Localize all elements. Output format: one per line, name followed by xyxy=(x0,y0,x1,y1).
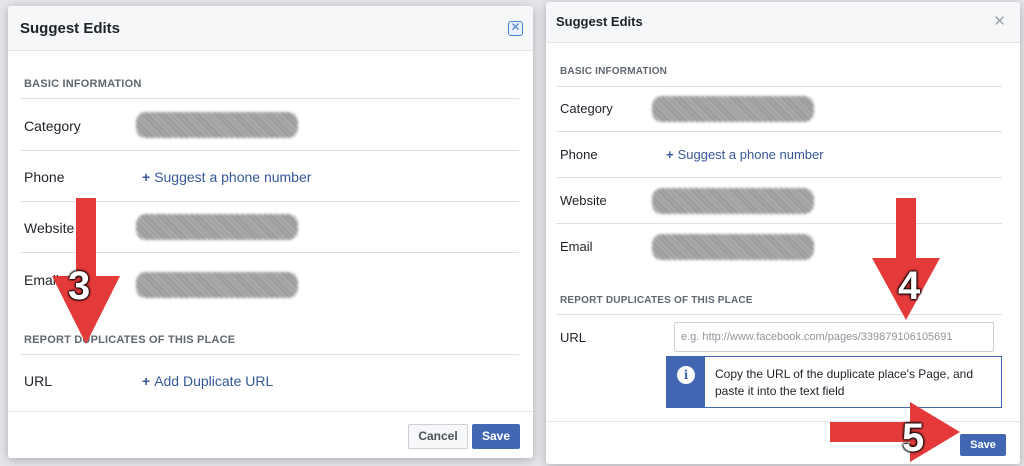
save-button[interactable]: Save xyxy=(472,424,520,449)
category-value-redacted xyxy=(136,112,298,138)
step-number-4: 4 xyxy=(898,264,921,308)
dialog-title: Suggest Edits xyxy=(556,14,643,29)
section-report-duplicates: REPORT DUPLICATES OF THIS PLACE xyxy=(560,295,753,306)
url-label: URL xyxy=(24,373,53,389)
suggest-phone-link[interactable]: + Suggest a phone number xyxy=(142,169,311,185)
add-duplicate-url-link[interactable]: + Add Duplicate URL xyxy=(142,373,273,389)
email-label: Email xyxy=(560,239,593,254)
tooltip-text: Copy the URL of the duplicate place's Pa… xyxy=(715,367,974,398)
suggest-phone-text: Suggest a phone number xyxy=(677,147,824,162)
plus-icon: + xyxy=(666,147,674,162)
website-label: Website xyxy=(560,193,607,208)
category-label: Category xyxy=(24,118,81,134)
add-duplicate-url-text: Add Duplicate URL xyxy=(154,373,274,389)
divider xyxy=(20,150,519,151)
email-value-redacted xyxy=(652,234,814,260)
divider xyxy=(556,86,1002,87)
website-value-redacted xyxy=(136,214,298,240)
divider xyxy=(20,354,519,355)
tooltip-icon-bar: i xyxy=(667,357,705,407)
dialog-header: Suggest Edits ✕ xyxy=(546,2,1020,43)
suggest-phone-link[interactable]: + Suggest a phone number xyxy=(666,147,824,162)
info-icon: i xyxy=(677,366,695,384)
cancel-button[interactable]: Cancel xyxy=(408,424,468,449)
suggest-edits-dialog-right: Suggest Edits ✕ BASIC INFORMATION Catego… xyxy=(546,2,1020,464)
website-value-redacted xyxy=(652,188,814,214)
suggest-phone-text: Suggest a phone number xyxy=(154,169,312,185)
phone-label: Phone xyxy=(560,147,598,162)
phone-label: Phone xyxy=(24,169,65,185)
arrow-step-5 xyxy=(830,402,960,462)
step-number-5: 5 xyxy=(902,416,925,460)
step-number-3: 3 xyxy=(68,264,91,308)
divider xyxy=(20,98,519,99)
section-basic-information: BASIC INFORMATION xyxy=(24,78,142,90)
dialog-header: Suggest Edits ✕ xyxy=(8,6,533,51)
category-value-redacted xyxy=(652,96,814,122)
dialog-title: Suggest Edits xyxy=(20,20,121,37)
email-value-redacted xyxy=(136,272,298,298)
url-label: URL xyxy=(560,330,587,345)
close-icon[interactable]: ✕ xyxy=(508,21,523,36)
plus-icon: + xyxy=(142,373,151,389)
divider xyxy=(556,131,1002,132)
category-label: Category xyxy=(560,101,613,116)
dialog-footer: Cancel Save xyxy=(8,411,533,458)
duplicate-url-input[interactable] xyxy=(674,322,994,352)
plus-icon: + xyxy=(142,169,151,185)
close-icon[interactable]: ✕ xyxy=(993,14,1006,29)
section-basic-information: BASIC INFORMATION xyxy=(560,66,668,77)
suggest-edits-dialog-left: Suggest Edits ✕ BASIC INFORMATION Catego… xyxy=(8,6,533,458)
divider xyxy=(556,177,1002,178)
save-button[interactable]: Save xyxy=(960,434,1006,456)
